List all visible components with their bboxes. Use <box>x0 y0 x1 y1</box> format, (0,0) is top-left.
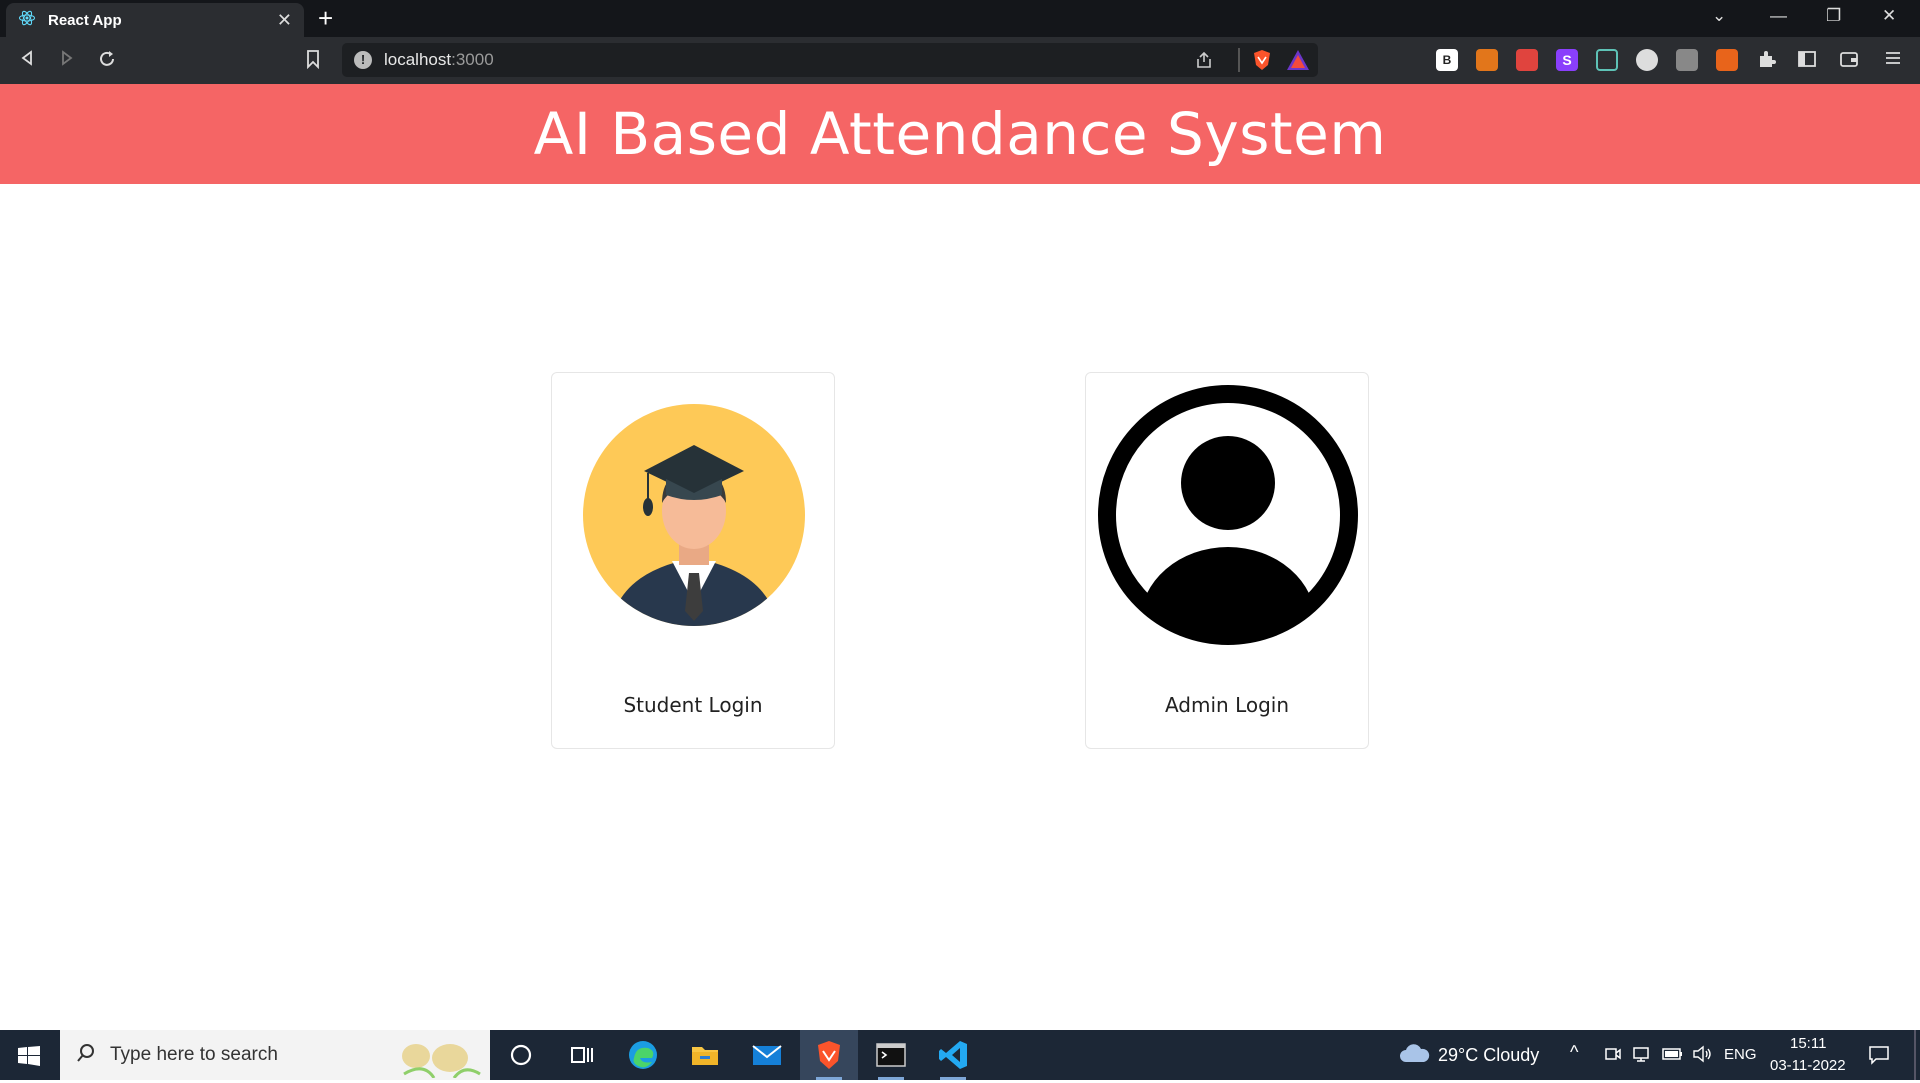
search-placeholder: Type here to search <box>110 1044 278 1065</box>
back-icon[interactable] <box>16 49 38 71</box>
student-login-card[interactable]: Student Login <box>551 372 835 749</box>
show-desktop-button[interactable] <box>1914 1030 1916 1080</box>
url-divider <box>1238 48 1240 72</box>
task-view-icon[interactable] <box>564 1038 598 1072</box>
brave-rewards-icon[interactable] <box>1286 49 1310 76</box>
search-highlight-illustration <box>394 1034 484 1079</box>
browser-tab-bar: React App ✕ + ⌄ — ❐ ✕ <box>0 0 1920 37</box>
new-tab-button[interactable]: + <box>318 4 333 32</box>
brave-shields-icon[interactable] <box>1250 48 1274 77</box>
terminal-icon[interactable] <box>874 1038 908 1080</box>
vscode-icon[interactable] <box>936 1038 970 1080</box>
student-avatar-icon <box>562 383 826 647</box>
browser-toolbar: ! localhost:3000 B S <box>0 37 1920 84</box>
brave-browser-icon[interactable] <box>812 1038 846 1080</box>
extension-teal-icon[interactable] <box>1596 49 1618 71</box>
cortana-icon[interactable] <box>504 1038 538 1072</box>
mail-icon[interactable] <box>750 1038 784 1072</box>
clock-date[interactable]: 03-11-2022 <box>1770 1057 1846 1074</box>
student-login-label[interactable]: Student Login <box>552 693 834 717</box>
bookmark-icon[interactable] <box>302 49 324 71</box>
sidebar-icon[interactable] <box>1796 49 1818 71</box>
tab-title: React App <box>48 11 122 29</box>
taskbar: Type here to search 29°C Cloudy ^ ENG 15… <box>0 1030 1920 1080</box>
restore-icon[interactable]: ❐ <box>1826 6 1841 26</box>
meet-now-icon[interactable] <box>1604 1045 1622 1068</box>
reload-icon[interactable] <box>96 49 118 71</box>
clock-time[interactable]: 15:11 <box>1790 1035 1826 1052</box>
edge-icon[interactable] <box>626 1038 660 1072</box>
taskbar-search-box[interactable]: Type here to search <box>60 1030 490 1080</box>
volume-icon[interactable] <box>1692 1045 1712 1068</box>
file-explorer-icon[interactable] <box>688 1038 722 1072</box>
extension-circle-icon[interactable] <box>1636 49 1658 71</box>
extension-off-icon[interactable] <box>1716 49 1738 71</box>
notifications-icon[interactable] <box>1868 1044 1890 1071</box>
search-icon <box>76 1043 96 1068</box>
page-title: AI Based Attendance System <box>533 100 1387 168</box>
extension-s-icon[interactable]: S <box>1556 49 1578 71</box>
admin-login-card[interactable]: Admin Login <box>1085 372 1369 749</box>
react-logo-icon <box>18 9 36 32</box>
tab-close-icon[interactable]: ✕ <box>277 10 292 31</box>
minimize-icon[interactable]: — <box>1770 6 1787 26</box>
url-host: localhost <box>384 50 452 69</box>
language-indicator[interactable]: ENG <box>1724 1046 1757 1063</box>
metamask-extension-icon[interactable] <box>1476 49 1498 71</box>
share-icon[interactable] <box>1194 50 1214 75</box>
address-bar[interactable]: ! localhost:3000 <box>342 43 1318 77</box>
url-port: :3000 <box>451 50 494 69</box>
weather-cloud-icon[interactable] <box>1398 1042 1430 1071</box>
tray-chevron-up-icon[interactable]: ^ <box>1570 1042 1578 1063</box>
extension-red-icon[interactable] <box>1516 49 1538 71</box>
windows-start-icon[interactable] <box>18 1046 40 1071</box>
battery-icon[interactable] <box>1662 1047 1684 1066</box>
menu-icon[interactable] <box>1882 49 1904 71</box>
wallet-icon[interactable] <box>1838 49 1860 71</box>
tab-list-chevron-icon[interactable]: ⌄ <box>1712 6 1726 26</box>
forward-icon[interactable] <box>56 49 78 71</box>
admin-login-label[interactable]: Admin Login <box>1086 693 1368 717</box>
admin-avatar-icon <box>1096 383 1360 647</box>
extension-b-icon[interactable]: B <box>1436 49 1458 71</box>
site-info-icon[interactable]: ! <box>354 51 372 69</box>
extensions-puzzle-icon[interactable] <box>1756 49 1778 71</box>
weather-text[interactable]: 29°C Cloudy <box>1438 1045 1539 1066</box>
app-header: AI Based Attendance System <box>0 84 1920 184</box>
window-close-icon[interactable]: ✕ <box>1882 6 1896 26</box>
extension-grey-icon[interactable] <box>1676 49 1698 71</box>
browser-tab[interactable]: React App ✕ <box>6 3 304 37</box>
network-icon[interactable] <box>1632 1045 1650 1068</box>
